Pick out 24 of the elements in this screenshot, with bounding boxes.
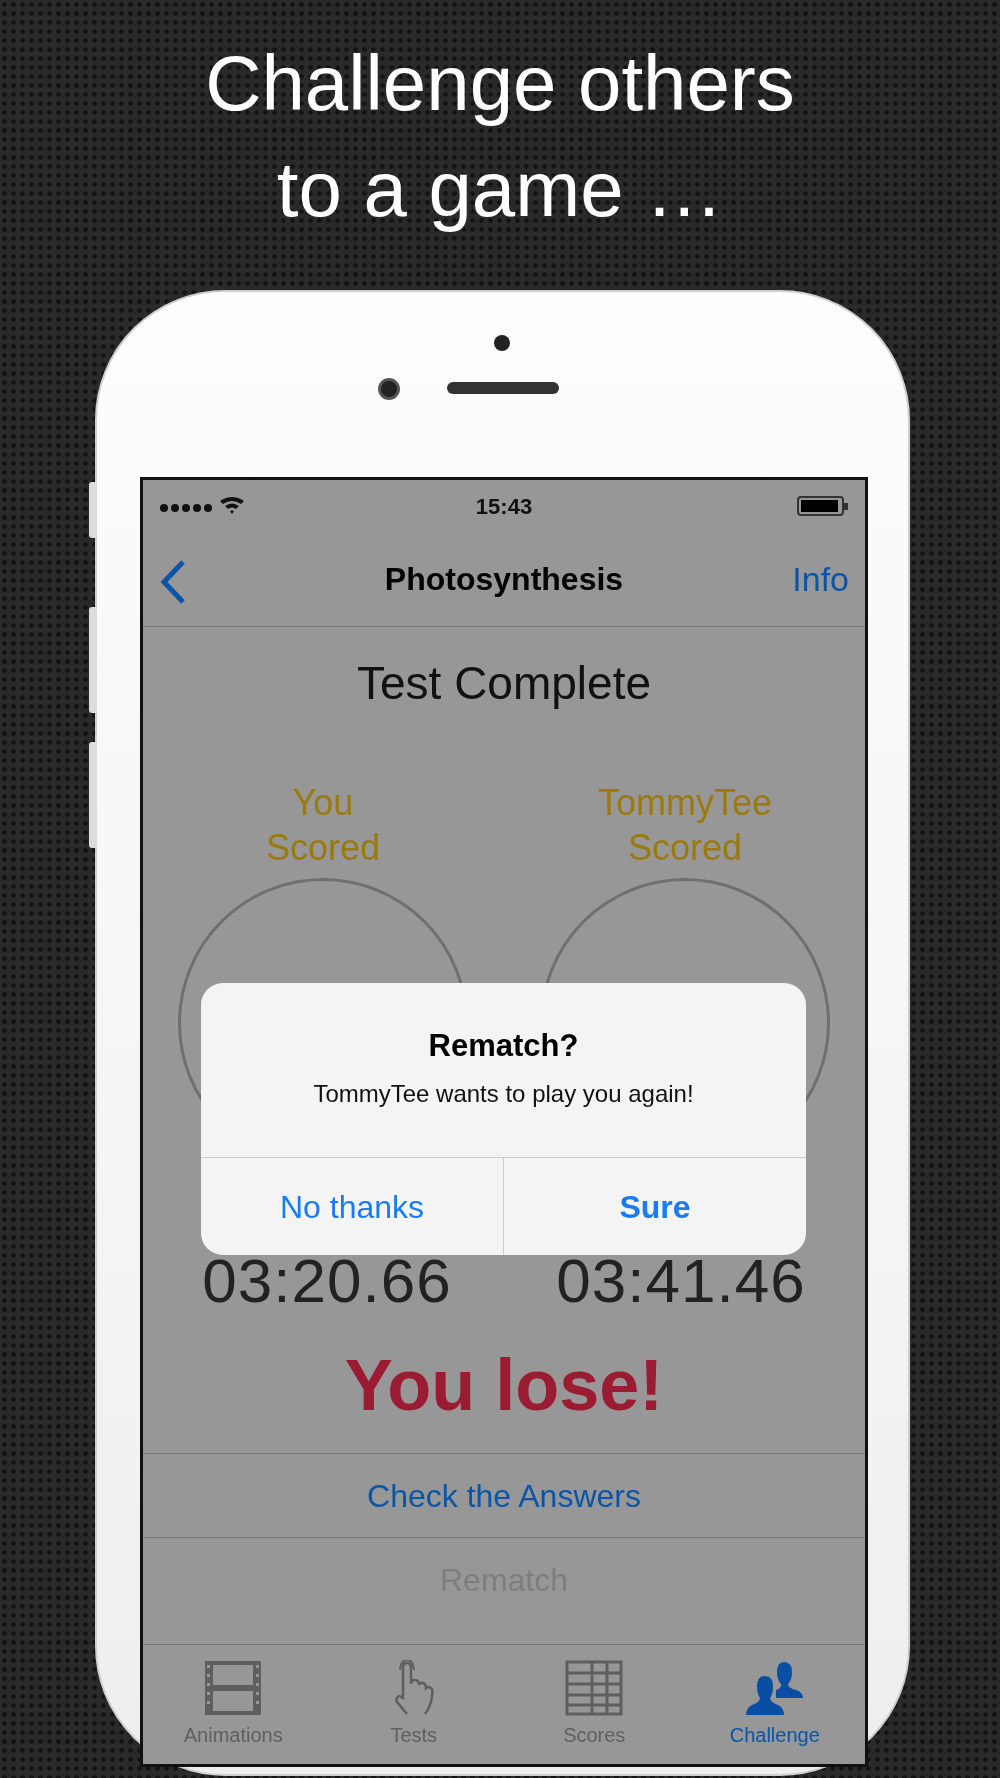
player-label: TommyTee Scored [597,781,772,870]
battery-icon [797,495,849,517]
status-time: 15:43 [475,492,533,521]
alert-message: TommyTee wants to play you again! [312,1078,695,1109]
player-label: You Scored [265,781,381,870]
pointing-hand-icon [392,1659,435,1716]
tab-item[interactable]: Scores [504,1645,685,1764]
action-row[interactable]: Check the Answers [143,1453,865,1537]
tab-item[interactable]: Challenge [684,1645,865,1764]
page-heading: Test Complete [356,656,652,711]
alert-title: Rematch? [427,1027,580,1065]
tab-item[interactable]: Animations [143,1645,324,1764]
headline: to a game … [275,144,725,235]
table-grid-icon [565,1659,624,1716]
headline: Challenge others [204,38,796,129]
nav-title: Photosynthesis [384,560,624,599]
film-icon [204,1659,263,1716]
people-icon [745,1659,804,1716]
alert-button[interactable]: Sure [503,1158,806,1255]
sensor-dot [494,335,510,351]
info-button[interactable]: Info [792,553,849,605]
camera-lens [378,378,400,400]
tab-item[interactable]: Tests [323,1645,504,1764]
result-text: You lose! [343,1344,665,1427]
